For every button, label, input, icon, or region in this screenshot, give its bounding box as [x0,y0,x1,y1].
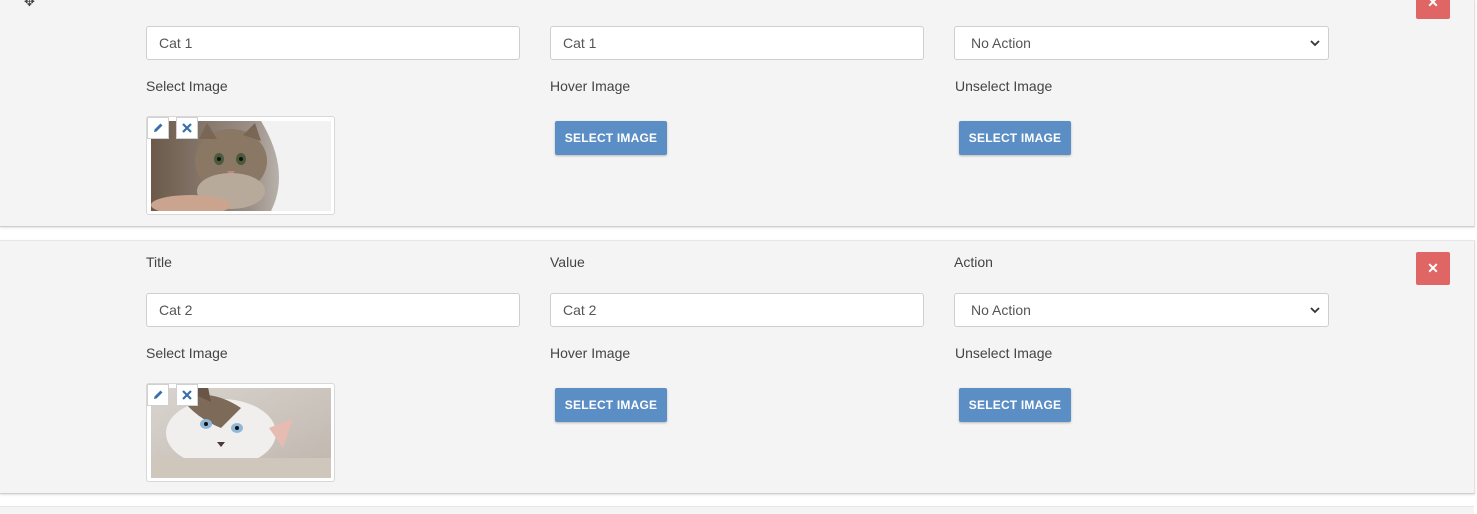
unselect-image-label: Unselect Image [955,345,1053,361]
value-input[interactable]: Cat 2 [550,293,924,327]
unselect-select-image-button[interactable]: SELECT IMAGE [959,121,1071,155]
action-select[interactable]: No Action [954,293,1329,327]
value-input-value: Cat 1 [563,35,597,51]
value-label: Value [550,254,585,270]
remove-row-button[interactable]: ✕ [1416,0,1450,19]
hover-select-image-button[interactable]: SELECT IMAGE [555,121,667,155]
chevron-down-icon [1310,307,1320,314]
action-select[interactable]: No Action [954,26,1329,60]
title-input[interactable]: Cat 2 [146,293,520,327]
delete-image-button[interactable] [176,117,198,139]
select-image-label: Select Image [146,345,228,361]
close-icon: ✕ [1427,0,1439,10]
edit-image-button[interactable] [147,117,169,139]
selected-image-thumbnail [146,383,335,482]
move-icon[interactable]: ✥ [24,0,35,10]
select-image-label: Select Image [146,78,228,94]
remove-row-button[interactable]: ✕ [1416,252,1450,285]
hover-select-image-button[interactable]: SELECT IMAGE [555,388,667,422]
close-icon: ✕ [1427,260,1439,276]
category-row-1: ✥ ✕ Cat 1 Cat 1 No Action Select Image H… [0,0,1475,227]
delete-image-button[interactable] [176,384,198,406]
category-row-2: Title Value Action ✕ Cat 2 Cat 2 No Acti… [0,240,1475,494]
close-icon [182,123,192,133]
hover-image-label: Hover Image [550,345,631,361]
action-select-value: No Action [971,302,1031,318]
value-input[interactable]: Cat 1 [550,26,924,60]
action-label: Action [954,254,993,270]
title-input[interactable]: Cat 1 [146,26,520,60]
hover-image-label: Hover Image [550,78,631,94]
unselect-select-image-button[interactable]: SELECT IMAGE [959,388,1071,422]
title-label: Title [146,254,172,270]
title-input-value: Cat 2 [159,302,193,318]
edit-image-button[interactable] [147,384,169,406]
selected-image-thumbnail [146,116,335,215]
close-icon [182,390,192,400]
chevron-down-icon [1310,40,1320,47]
pencil-icon [154,123,163,132]
action-select-value: No Action [971,35,1031,51]
value-input-value: Cat 2 [563,302,597,318]
pencil-icon [154,390,163,399]
title-input-value: Cat 1 [159,35,193,51]
unselect-image-label: Unselect Image [955,78,1053,94]
